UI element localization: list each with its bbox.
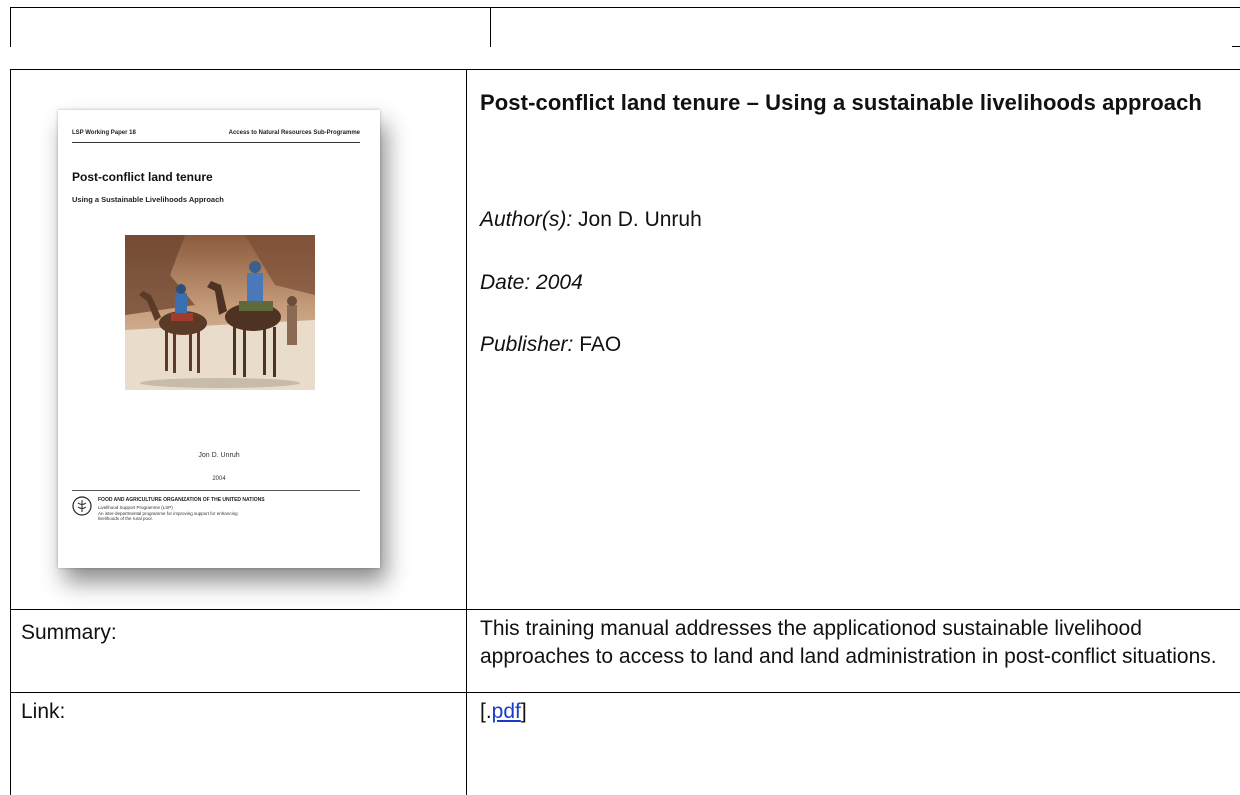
date-line: Date: 2004 xyxy=(480,271,583,295)
cover-org: FOOD AND AGRICULTURE ORGANIZATION OF THE… xyxy=(98,497,265,503)
publisher-label: Publisher: xyxy=(480,333,574,356)
cover-lsp-text: Livelihood Support Programme (LSP) An in… xyxy=(98,505,348,522)
cover-programme: Access to Natural Resources Sub-Programm… xyxy=(228,130,360,136)
cover-header: LSP Working Paper 18 Access to Natural R… xyxy=(72,130,360,143)
publisher-value: FAO xyxy=(579,333,622,356)
publication-info-cell: Post-conflict land tenure – Using a sust… xyxy=(466,69,1240,609)
cover-year: 2004 xyxy=(212,476,226,482)
fao-logo-icon xyxy=(72,496,92,516)
table-border xyxy=(490,7,491,47)
table-border xyxy=(1232,46,1240,47)
cover-cell: LSP Working Paper 18 Access to Natural R… xyxy=(10,69,466,609)
summary-text: This training manual addresses the appli… xyxy=(480,617,1217,668)
publisher-line: Publisher: FAO xyxy=(480,333,621,357)
cover-lsp-line: livelihoods of the rural poor. xyxy=(98,516,154,521)
book-cover-image: LSP Working Paper 18 Access to Natural R… xyxy=(58,110,380,568)
author-label: Author(s): xyxy=(480,208,573,231)
link-cell: [.pdf] xyxy=(466,692,1240,795)
date-text: Date: 2004 xyxy=(480,271,583,294)
link-prefix: [. xyxy=(480,700,492,723)
cover-author: Jon D. Unruh xyxy=(198,452,240,459)
author-value: Jon D. Unruh xyxy=(578,208,702,231)
publication-table: LSP Working Paper 18 Access to Natural R… xyxy=(10,69,1240,795)
previous-table-fragment xyxy=(10,7,1240,47)
table-border xyxy=(10,7,11,47)
author-line: Author(s): Jon D. Unruh xyxy=(480,208,702,232)
pdf-link[interactable]: pdf xyxy=(492,700,521,723)
cover-subtitle: Using a Sustainable Livelihoods Approach xyxy=(72,195,224,204)
summary-label: Summary: xyxy=(21,621,117,644)
link-suffix: ] xyxy=(520,700,527,723)
publication-title: Post-conflict land tenure – Using a sust… xyxy=(480,90,1202,115)
cover-series: LSP Working Paper 18 xyxy=(72,130,136,136)
cover-title: Post-conflict land tenure xyxy=(72,170,213,184)
link-label: Link: xyxy=(21,700,66,723)
cover-divider xyxy=(72,490,360,491)
table-border xyxy=(10,7,1240,8)
cover-photo xyxy=(125,235,315,390)
